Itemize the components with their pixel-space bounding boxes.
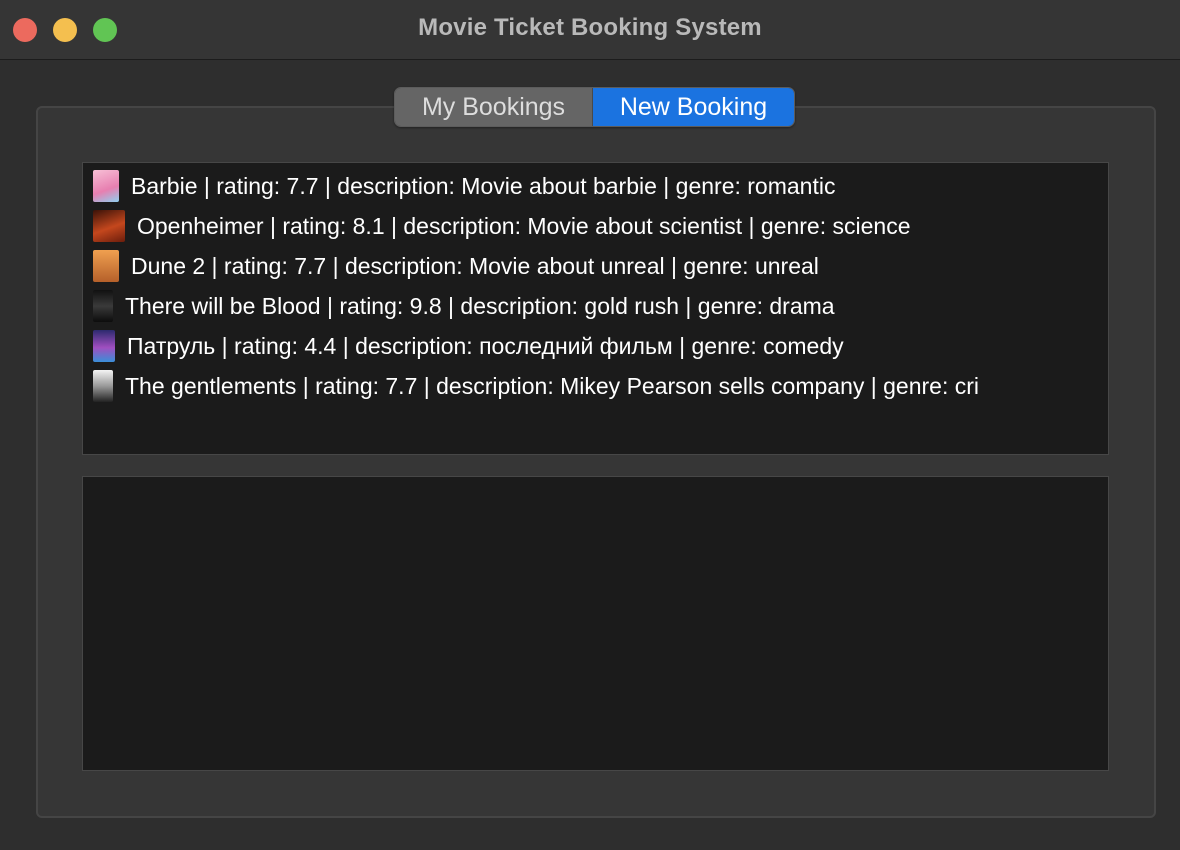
- title-bar: Movie Ticket Booking System: [0, 0, 1180, 60]
- gentlemen-poster-icon: [93, 370, 113, 402]
- blood-poster-icon: [93, 290, 113, 322]
- movie-item-text: Barbie | rating: 7.7 | description: Movi…: [131, 172, 836, 199]
- tab-my-bookings[interactable]: My Bookings: [395, 88, 593, 126]
- movie-list-item[interactable]: Barbie | rating: 7.7 | description: Movi…: [93, 169, 835, 203]
- movie-item-text: The gentlements | rating: 7.7 | descript…: [125, 372, 979, 399]
- movie-list-item[interactable]: Dune 2 | rating: 7.7 | description: Movi…: [93, 249, 819, 283]
- movie-list[interactable]: Barbie | rating: 7.7 | description: Movi…: [82, 162, 1109, 455]
- openheimer-poster-icon: [93, 210, 125, 242]
- booking-details-area[interactable]: [82, 476, 1109, 771]
- movie-item-text: There will be Blood | rating: 9.8 | desc…: [125, 292, 835, 319]
- barbie-poster-icon: [93, 170, 119, 202]
- window-title: Movie Ticket Booking System: [418, 14, 762, 41]
- movie-list-item[interactable]: Openheimer | rating: 8.1 | description: …: [93, 209, 911, 243]
- movie-item-text: Openheimer | rating: 8.1 | description: …: [137, 212, 911, 239]
- patrol-poster-icon: [93, 330, 115, 362]
- tab-bar: My Bookings New Booking: [394, 87, 795, 127]
- main-content: My Bookings New Booking Barbie | rating:…: [0, 61, 1180, 850]
- movie-item-text: Dune 2 | rating: 7.7 | description: Movi…: [131, 252, 819, 279]
- movie-list-item[interactable]: The gentlements | rating: 7.7 | descript…: [93, 369, 979, 403]
- tab-new-booking[interactable]: New Booking: [593, 88, 794, 126]
- dune-poster-icon: [93, 250, 119, 282]
- movie-list-item[interactable]: Патруль | rating: 4.4 | description: пос…: [93, 329, 844, 363]
- app-window: Movie Ticket Booking System My Bookings …: [0, 0, 1180, 850]
- movie-item-text: Патруль | rating: 4.4 | description: пос…: [127, 332, 844, 359]
- movie-list-item[interactable]: There will be Blood | rating: 9.8 | desc…: [93, 289, 835, 323]
